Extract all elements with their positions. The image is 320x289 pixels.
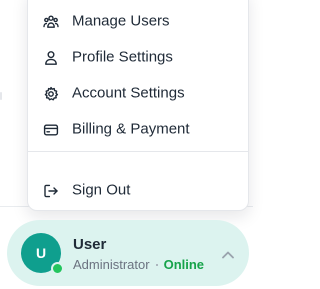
menu-item-sign-out[interactable]: Sign Out xyxy=(28,172,248,208)
menu-item-label: Profile Settings xyxy=(72,48,173,66)
online-status-dot xyxy=(51,262,64,275)
avatar-initial: U xyxy=(35,245,47,261)
menu-item-label: Billing & Payment xyxy=(72,120,190,138)
menu-divider xyxy=(28,151,248,152)
menu-item-label: Account Settings xyxy=(72,84,185,102)
users-icon xyxy=(43,14,59,30)
menu-item-label: Manage Users xyxy=(72,12,170,30)
user-meta: Administrator Online xyxy=(73,257,204,272)
menu-item-manage-users[interactable]: Manage Users xyxy=(28,3,248,39)
credit-card-icon xyxy=(43,122,59,138)
separator-dot xyxy=(155,263,158,266)
user-name: User xyxy=(73,236,107,253)
user-dropdown-menu: Manage Users Profile Settings Account Se… xyxy=(27,0,249,211)
sign-out-icon xyxy=(43,183,59,199)
gear-icon xyxy=(43,86,59,102)
user-icon xyxy=(43,50,59,66)
user-profile-card[interactable]: U User Administrator Online xyxy=(7,220,249,286)
background-fragment xyxy=(0,92,2,100)
menu-item-account-settings[interactable]: Account Settings xyxy=(28,75,248,111)
menu-item-profile-settings[interactable]: Profile Settings xyxy=(28,39,248,75)
menu-item-label: Sign Out xyxy=(72,181,131,199)
menu-item-billing-payment[interactable]: Billing & Payment xyxy=(28,111,248,147)
status-badge: Online xyxy=(163,257,205,272)
user-role: Administrator xyxy=(73,257,150,272)
chevron-up-icon[interactable] xyxy=(221,247,235,259)
